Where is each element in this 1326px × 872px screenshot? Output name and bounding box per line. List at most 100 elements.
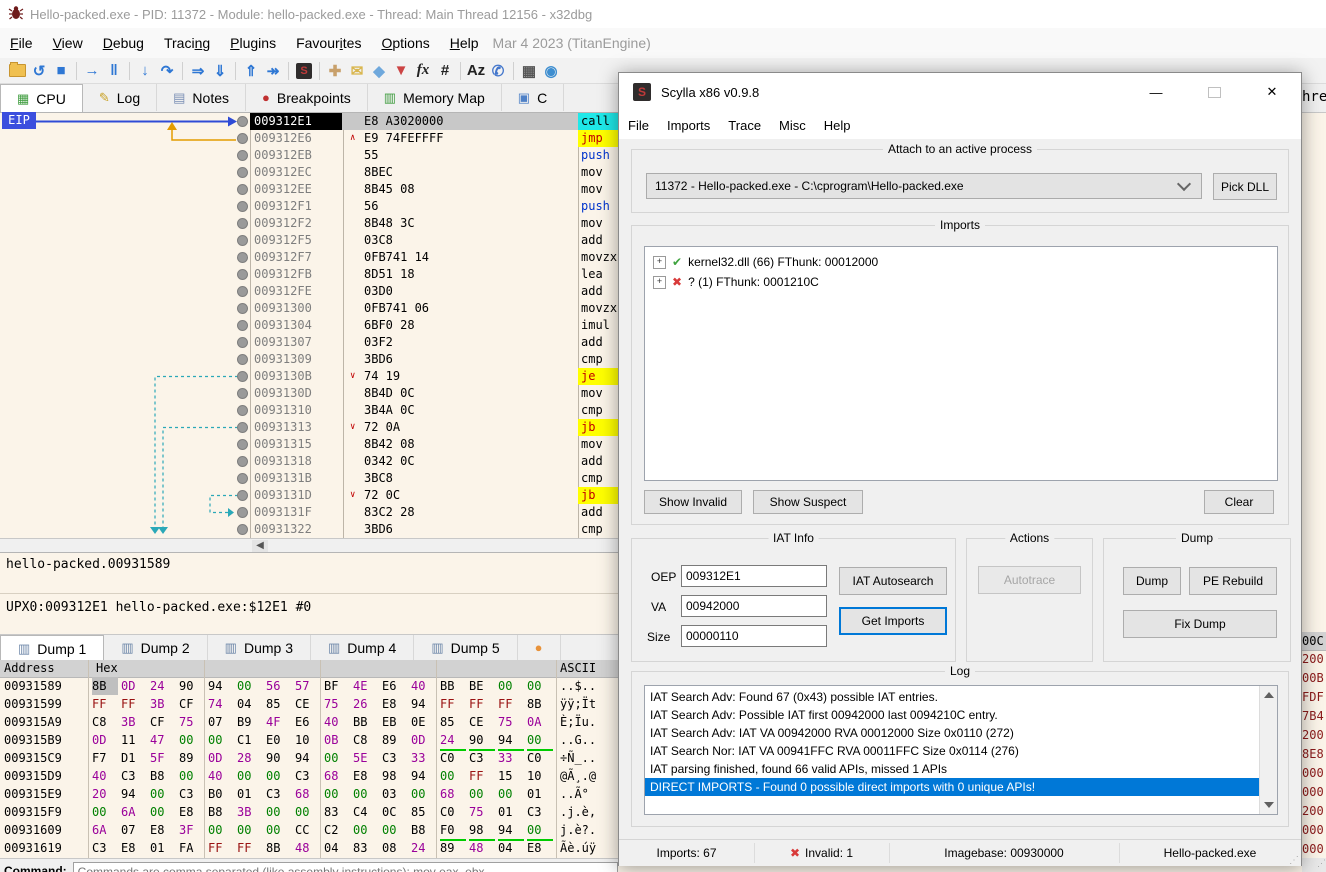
step-out-icon[interactable]: ⇑ <box>240 61 262 81</box>
menu-plugins[interactable]: Plugins <box>220 31 286 55</box>
disasm-row[interactable]: 009312EE8B45 08mov <box>236 181 618 198</box>
tab-watch[interactable]: ● <box>518 635 561 660</box>
breakpoint-dot-icon[interactable] <box>237 184 248 195</box>
disasm-row[interactable]: 009313000FB741 06movzx <box>236 300 618 317</box>
disasm-row[interactable]: 0093130D8B4D 0Cmov <box>236 385 618 402</box>
autotrace-button[interactable]: Autotrace <box>978 566 1081 594</box>
disasm-row[interactable]: 009313046BF0 28imul <box>236 317 618 334</box>
breakpoint-dot-icon[interactable] <box>237 133 248 144</box>
breakpoint-dot-icon[interactable] <box>237 354 248 365</box>
clear-button[interactable]: Clear <box>1204 490 1274 514</box>
tab-breakpoints[interactable]: ●Breakpoints <box>246 84 368 111</box>
disasm-row[interactable]: 009312E1E8 A3020000call <box>236 113 618 130</box>
disasm-row[interactable]: 009313223BD6cmp <box>236 521 618 538</box>
pause-icon[interactable]: ‖ <box>103 61 125 81</box>
open-folder-icon[interactable] <box>6 61 28 81</box>
scylla-menu-file[interactable]: File <box>619 114 658 137</box>
get-imports-button[interactable]: Get Imports <box>839 607 947 635</box>
globe-icon[interactable]: ◉ <box>540 61 562 81</box>
breakpoint-dot-icon[interactable] <box>237 167 248 178</box>
tab-memory-map[interactable]: ▥Memory Map <box>368 84 502 111</box>
animate-over-icon[interactable]: ⇓ <box>209 61 231 81</box>
run-to-user-icon[interactable]: ↠ <box>262 61 284 81</box>
breakpoint-dot-icon[interactable] <box>237 456 248 467</box>
attach-icon[interactable]: ✆ <box>487 61 509 81</box>
disasm-hscrollbar[interactable]: ◀ <box>0 538 618 553</box>
bookmark-icon[interactable]: ▼ <box>390 61 412 81</box>
breakpoint-dot-icon[interactable] <box>237 235 248 246</box>
dump-row[interactable]: 009315E9209400C3B001C3680000030068000001… <box>0 785 618 803</box>
disasm-row[interactable]: 009312E6∧E9 74FEFFFFjmp <box>236 130 618 147</box>
oep-field[interactable] <box>681 565 827 587</box>
disasm-row[interactable]: 009312F28B48 3Cmov <box>236 215 618 232</box>
step-over-icon[interactable]: ↷ <box>156 61 178 81</box>
breakpoint-dot-icon[interactable] <box>237 286 248 297</box>
size-field[interactable] <box>681 625 827 647</box>
menu-debug[interactable]: Debug <box>93 31 154 55</box>
tab-dump-5[interactable]: ▥Dump 5 <box>414 635 517 660</box>
breakpoint-dot-icon[interactable] <box>237 524 248 535</box>
disasm-row[interactable]: 009312F70FB741 14movzx <box>236 249 618 266</box>
dump-row[interactable]: 009315F9006A00E8B83B000083C40C85C07501C3… <box>0 803 618 821</box>
menu-options[interactable]: Options <box>371 31 439 55</box>
scylla-menu-help[interactable]: Help <box>815 114 860 137</box>
tab-dump-3[interactable]: ▥Dump 3 <box>208 635 311 660</box>
breakpoint-dot-icon[interactable] <box>237 439 248 450</box>
maximize-button[interactable] <box>1191 73 1237 111</box>
disasm-row[interactable]: 00931313∨72 0Ajb <box>236 419 618 436</box>
import-item[interactable]: +✖? (1) FThunk: 0001210C <box>653 273 819 291</box>
scylla-menu-imports[interactable]: Imports <box>658 114 719 137</box>
tab-log[interactable]: ✎Log <box>83 84 157 111</box>
log-entry[interactable]: IAT Search Adv: Found 67 (0x43) possible… <box>645 688 1260 706</box>
disasm-row[interactable]: 009312F503C8add <box>236 232 618 249</box>
process-combobox[interactable]: 11372 - Hello-packed.exe - C:\cprogram\H… <box>646 173 1202 199</box>
disasm-row[interactable]: 0093131B3BC8cmp <box>236 470 618 487</box>
breakpoint-dot-icon[interactable] <box>237 269 248 280</box>
label-icon[interactable]: ◆ <box>368 61 390 81</box>
breakpoint-dot-icon[interactable] <box>237 371 248 382</box>
dump-row[interactable]: 009315D940C3B800400000C368E8989400FF1510… <box>0 767 618 785</box>
dump-row[interactable]: 009315898B0D249094005657BF4EE640BBBE0000… <box>0 677 618 695</box>
disasm-row[interactable]: 0093130B∨74 19je <box>236 368 618 385</box>
breakpoint-dot-icon[interactable] <box>237 473 248 484</box>
disasm-row[interactable]: 0093131D∨72 0Cjb <box>236 487 618 504</box>
hex-dump-table[interactable]: Address Hex ASCII 009315898B0D2490940056… <box>0 660 618 872</box>
log-entry[interactable]: IAT Search Nor: IAT VA 00941FFC RVA 0001… <box>645 742 1260 760</box>
minimize-button[interactable]: — <box>1133 73 1179 111</box>
menu-help[interactable]: Help <box>440 31 489 55</box>
restart-icon[interactable]: ↺ <box>28 61 50 81</box>
resize-grip[interactable]: ⋰ <box>1302 858 1326 872</box>
breakpoint-dot-icon[interactable] <box>237 405 248 416</box>
disasm-row[interactable]: 0093131F83C2 28add <box>236 504 618 521</box>
imports-tree[interactable]: +✔kernel32.dll (66) FThunk: 00012000+✖? … <box>644 246 1278 481</box>
log-entry[interactable]: IAT parsing finished, found 66 valid API… <box>645 760 1260 778</box>
breakpoint-dot-icon[interactable] <box>237 201 248 212</box>
fx-icon[interactable]: fx <box>412 61 434 81</box>
expand-icon[interactable]: + <box>653 256 666 269</box>
log-entry[interactable]: DIRECT IMPORTS - Found 0 possible direct… <box>645 778 1260 796</box>
disasm-row[interactable]: 009312FB8D51 18lea <box>236 266 618 283</box>
scylla-menu-misc[interactable]: Misc <box>770 114 815 137</box>
dump-row[interactable]: 009315C9F7D15F890D289094005EC333C0C333C0… <box>0 749 618 767</box>
disasm-row[interactable]: 009312EB55push <box>236 147 618 164</box>
resize-grip[interactable]: ⋰ <box>1289 855 1299 866</box>
pe-rebuild-button[interactable]: PE Rebuild <box>1189 567 1277 595</box>
hash-icon[interactable]: # <box>434 61 456 81</box>
log-entry[interactable]: IAT Search Adv: IAT VA 00942000 RVA 0001… <box>645 724 1260 742</box>
disasm-row[interactable]: 009313093BD6cmp <box>236 351 618 368</box>
breakpoint-dot-icon[interactable] <box>237 320 248 331</box>
disasm-row[interactable]: 009312EC8BECmov <box>236 164 618 181</box>
disasm-row[interactable]: 009312F156push <box>236 198 618 215</box>
disassembly-pane[interactable]: 009312E1E8 A3020000call009312E6∧E9 74FEF… <box>0 112 618 539</box>
breakpoint-dot-icon[interactable] <box>237 388 248 399</box>
breakpoint-dot-icon[interactable] <box>237 116 248 127</box>
dump-row[interactable]: 009315B90D11470000C1E0100BC8890D24909400… <box>0 731 618 749</box>
scylla-menu-trace[interactable]: Trace <box>719 114 770 137</box>
step-into-icon[interactable]: ↓ <box>134 61 156 81</box>
expand-icon[interactable]: + <box>653 276 666 289</box>
command-input[interactable] <box>73 862 618 872</box>
tab-cpu[interactable]: ▦CPU <box>0 84 83 113</box>
dump-row[interactable]: 00931599FFFF3BCF740485CE7526E894FFFFFF8B… <box>0 695 618 713</box>
stop-icon[interactable]: ■ <box>50 61 72 81</box>
tab-dump-4[interactable]: ▥Dump 4 <box>311 635 414 660</box>
